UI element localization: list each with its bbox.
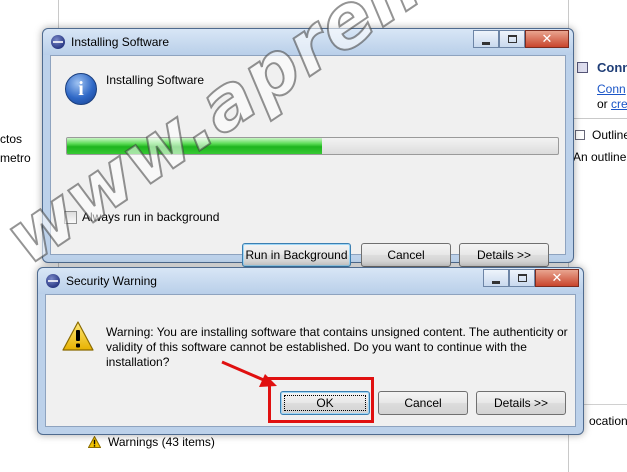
ok-highlight-box — [268, 377, 374, 423]
